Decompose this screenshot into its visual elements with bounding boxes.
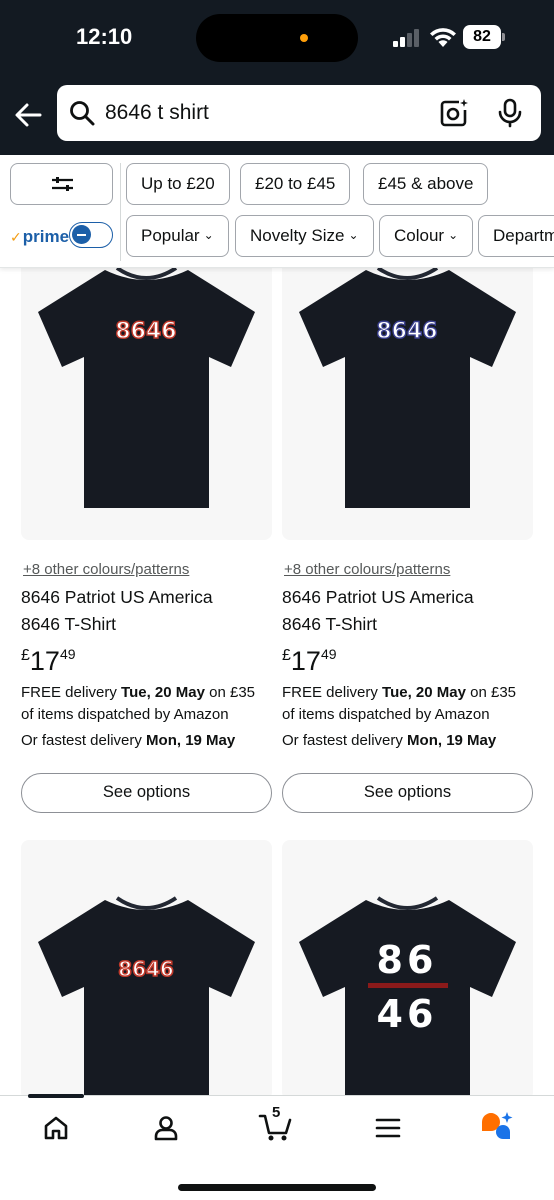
chevron-down-icon: ⌄ [348, 228, 359, 242]
delivery-date: Tue, 20 May [121, 684, 205, 701]
camera-search-icon[interactable] [439, 98, 469, 128]
prime-toggle[interactable] [69, 222, 113, 248]
chip-label: Popular [141, 226, 200, 245]
title-line-1: 8646 Patriot US America [282, 587, 474, 607]
see-options-button[interactable]: See options [21, 773, 272, 813]
menu-icon[interactable] [374, 1114, 402, 1142]
other-colours-link[interactable]: +8 other colours/patterns [284, 561, 450, 578]
chevron-down-icon: ⌄ [203, 228, 214, 242]
active-tab-indicator [28, 1094, 84, 1098]
status-time: 12:10 [76, 24, 133, 49]
back-arrow-icon[interactable] [10, 96, 48, 134]
delivery-info: FREE delivery Tue, 20 May on £35 of item… [282, 682, 547, 752]
filter-settings-button[interactable] [10, 163, 113, 205]
see-options-button[interactable]: See options [282, 773, 533, 813]
prime-label: prime [22, 227, 70, 246]
price-whole: 17 [290, 646, 321, 676]
wifi-icon [430, 28, 456, 47]
product-image[interactable]: 8646 [21, 240, 272, 540]
toggle-knob [72, 225, 91, 244]
fastest-prefix: Or fastest delivery [282, 732, 408, 749]
price-filter-chip-1[interactable]: Up to £20 [126, 163, 230, 205]
home-icon[interactable] [42, 1114, 70, 1142]
title-line-1: 8646 Patriot US America [21, 587, 213, 607]
delivery-prefix: FREE delivery [21, 684, 122, 701]
product-title[interactable]: 8646 Patriot US America 8646 T-Shirt [21, 584, 271, 638]
title-line-2: 8646 T-Shirt [282, 614, 378, 634]
fastest-date: Mon, 19 May [146, 732, 236, 749]
delivery-suffix: on £35 [465, 684, 516, 701]
price-filter-chip-2[interactable]: £20 to £45 [240, 163, 351, 205]
prime-logo: ✓prime [10, 227, 69, 247]
tshirt-image: 8646 [38, 266, 255, 508]
price-currency: £ [21, 647, 30, 664]
bottom-navigation: 5 [0, 1094, 554, 1200]
battery-level: 82 [473, 28, 491, 45]
delivery-suffix: on £35 [204, 684, 255, 701]
chip-label: Departm [493, 226, 554, 245]
cart-count: 5 [272, 1104, 281, 1121]
cart-button[interactable]: 5 [258, 1104, 294, 1142]
fastest-date: Mon, 19 May [407, 732, 497, 749]
chevron-down-icon: ⌄ [448, 228, 459, 242]
product-image[interactable]: 8646 [21, 840, 272, 1100]
department-dropdown[interactable]: Departm [478, 215, 554, 257]
tshirt-image: 86 46 [299, 896, 516, 1100]
tshirt-image: 8646 [38, 896, 255, 1100]
product-price: £1749 [282, 646, 337, 677]
shirt-print-bottom: 46 [377, 992, 438, 1036]
fastest-prefix: Or fastest delivery [21, 732, 147, 749]
search-query[interactable]: 8646 t shirt [105, 101, 209, 125]
battery-cap [502, 33, 505, 41]
cellular-signal-icon [393, 29, 419, 47]
shirt-print: 8646 [118, 957, 174, 981]
microphone-icon[interactable] [497, 98, 523, 128]
product-title[interactable]: 8646 Patriot US America 8646 T-Shirt [282, 584, 532, 638]
delivery-date: Tue, 20 May [382, 684, 466, 701]
price-fraction: 49 [320, 646, 337, 662]
delivery-line-2: of items dispatched by Amazon [21, 706, 229, 723]
novelty-size-dropdown[interactable]: Novelty Size ⌄ [235, 215, 374, 257]
sort-popular-dropdown[interactable]: Popular ⌄ [126, 215, 229, 257]
prime-check-icon: ✓ [10, 229, 22, 245]
price-whole: 17 [29, 646, 60, 676]
shirt-print-top: 86 [377, 938, 438, 982]
recording-indicator [300, 34, 308, 42]
filter-bar: Up to £20 £20 to £45 £45 & above Popular… [0, 155, 554, 268]
rufus-ai-icon[interactable] [479, 1110, 515, 1144]
delivery-line-2: of items dispatched by Amazon [282, 706, 490, 723]
product-price: £1749 [21, 646, 76, 677]
filter-divider [120, 163, 121, 261]
search-icon [70, 101, 95, 126]
shirt-print-bar [368, 983, 448, 988]
top-header: 12:10 82 8646 t shirt [0, 0, 554, 155]
chip-label: Colour [394, 226, 445, 245]
battery-indicator: 82 [463, 25, 505, 49]
colour-dropdown[interactable]: Colour ⌄ [379, 215, 474, 257]
delivery-info: FREE delivery Tue, 20 May on £35 of item… [21, 682, 276, 752]
tshirt-image: 8646 [299, 266, 516, 508]
delivery-prefix: FREE delivery [282, 684, 383, 701]
product-image[interactable]: 86 46 [282, 840, 533, 1100]
other-colours-link[interactable]: +8 other colours/patterns [23, 561, 189, 578]
account-icon[interactable] [152, 1114, 180, 1142]
shirt-print: 8646 [376, 319, 437, 344]
search-input[interactable]: 8646 t shirt [57, 85, 541, 141]
price-fraction: 49 [59, 646, 76, 662]
title-line-2: 8646 T-Shirt [21, 614, 117, 634]
chip-label: Novelty Size [250, 226, 345, 245]
shirt-print: 8646 [115, 319, 176, 344]
product-image[interactable]: 8646 [282, 240, 533, 540]
price-currency: £ [282, 647, 291, 664]
filter-sliders-icon [52, 177, 73, 191]
price-filter-chip-3[interactable]: £45 & above [363, 163, 489, 205]
home-indicator [178, 1184, 376, 1191]
dynamic-island [196, 14, 358, 62]
